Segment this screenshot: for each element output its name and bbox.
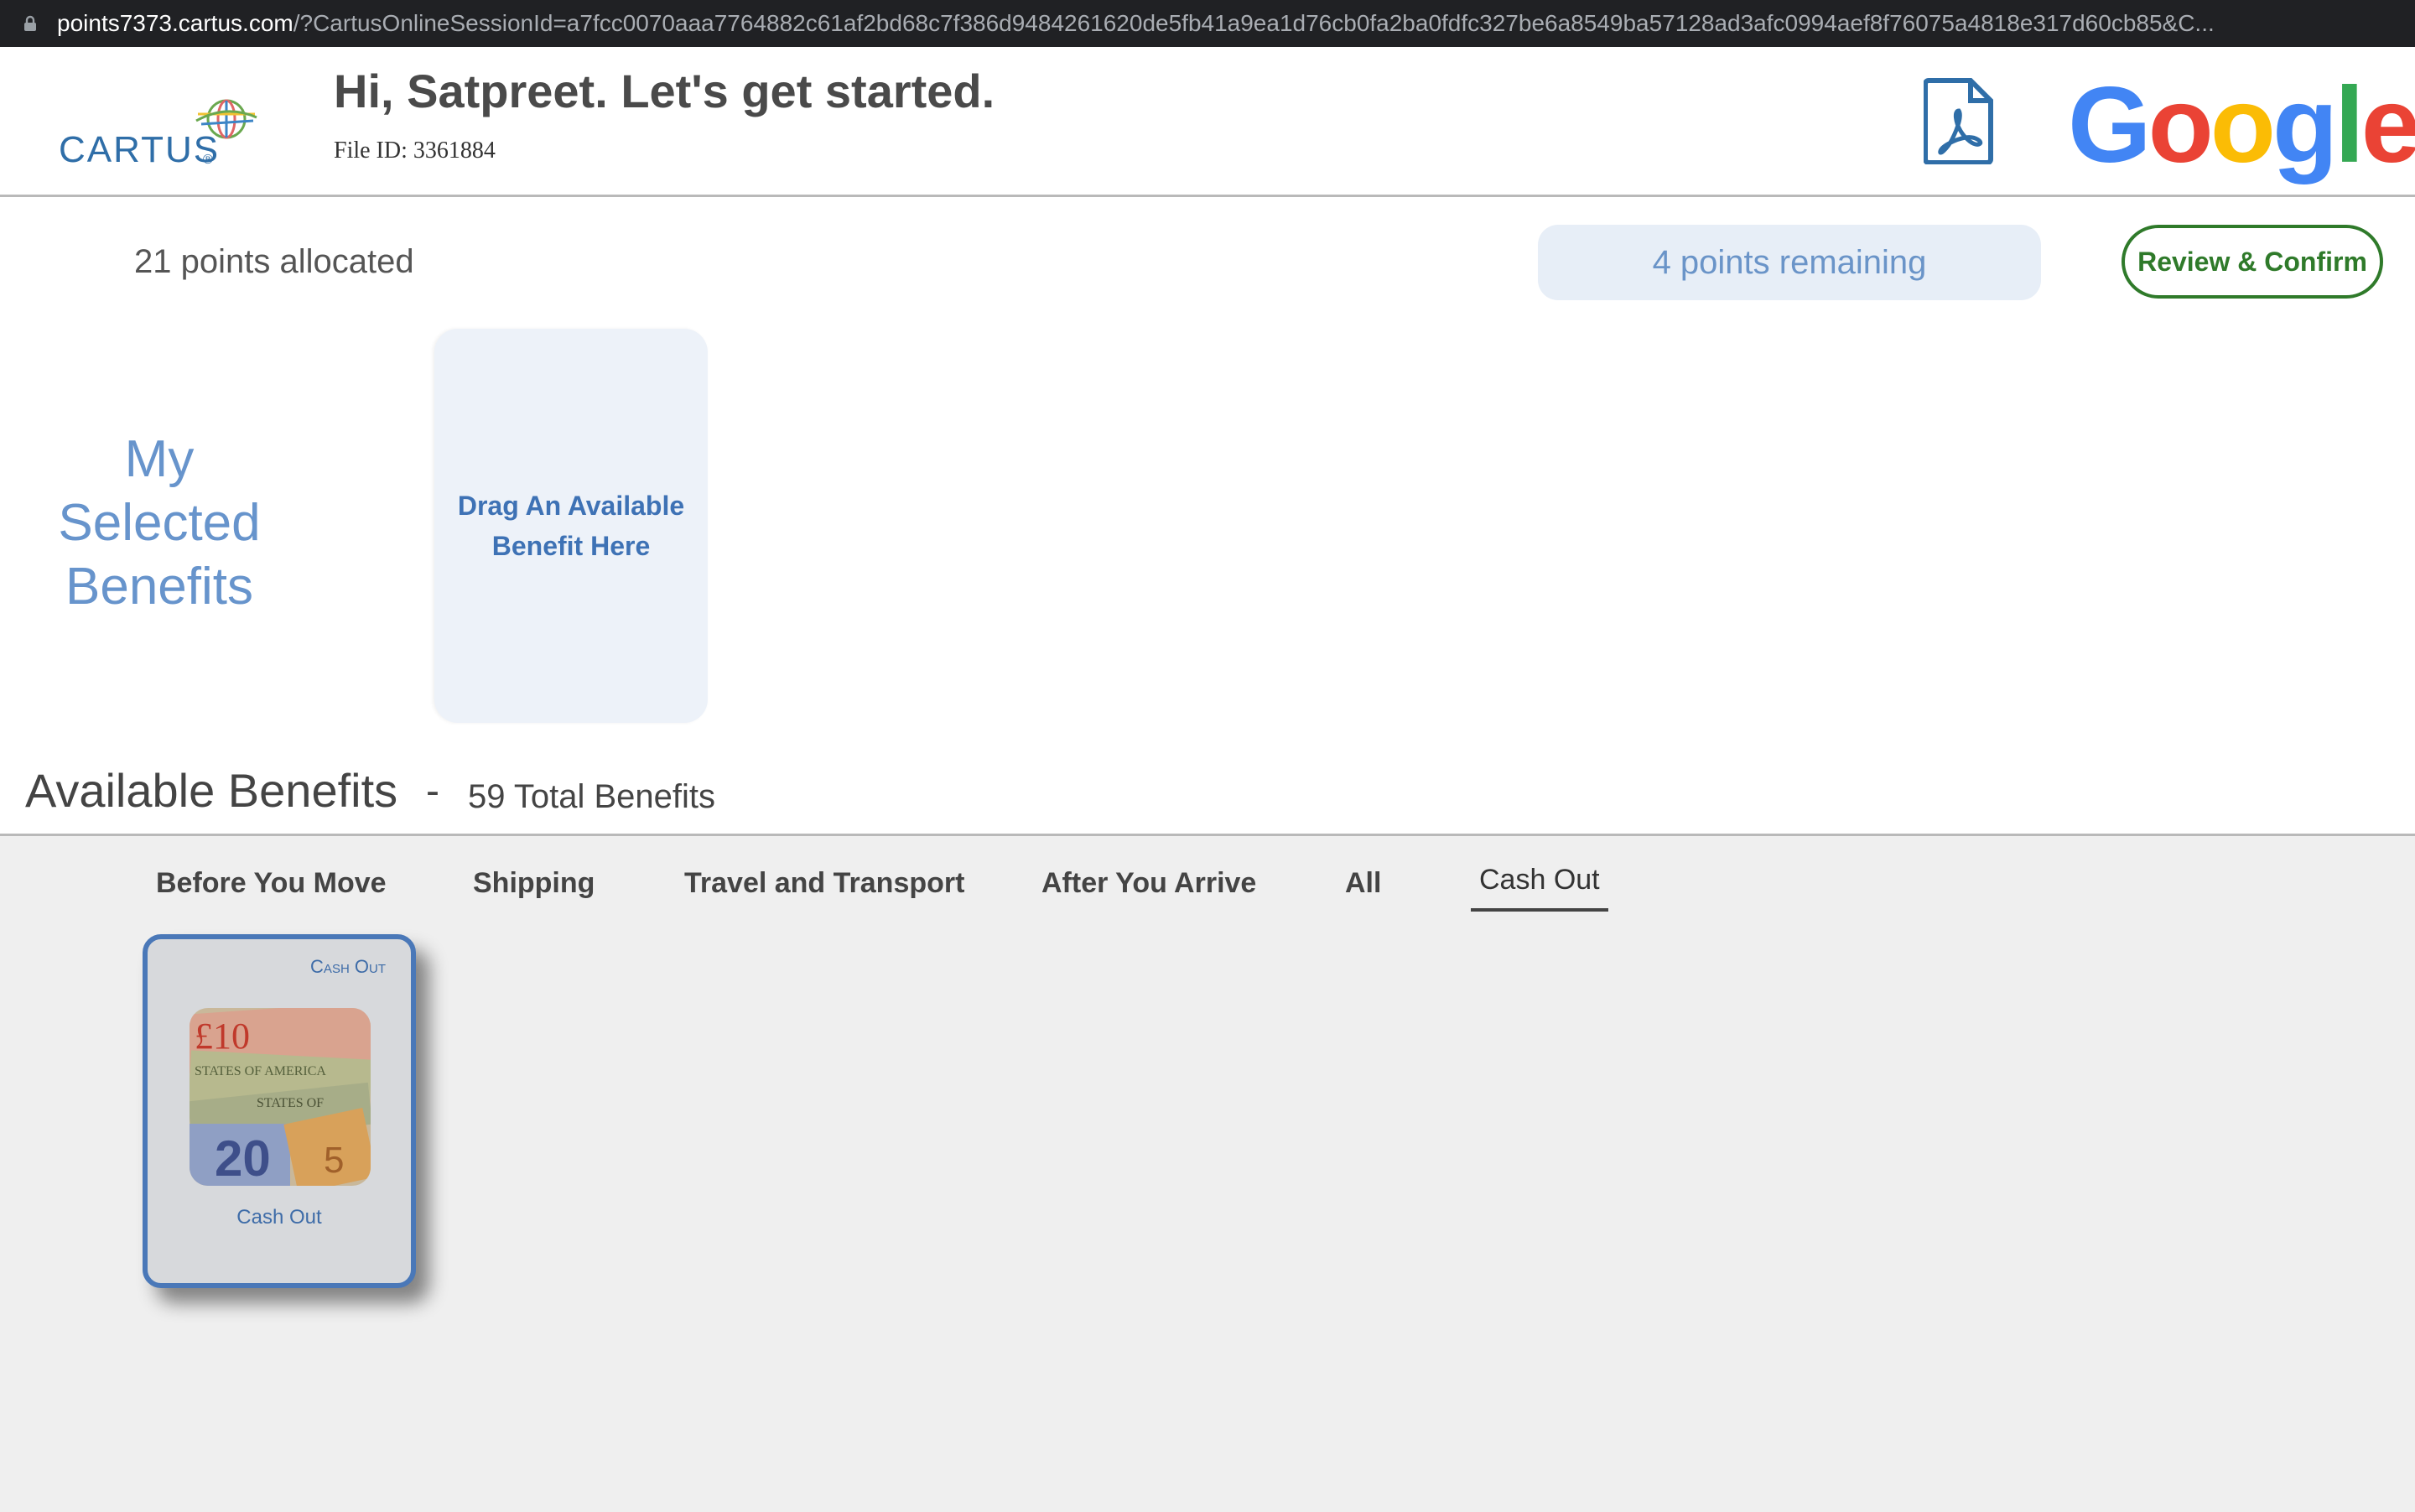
svg-text:£10: £10 <box>195 1016 250 1057</box>
google-logo: Google <box>2068 64 2415 187</box>
lock-icon <box>24 15 36 31</box>
tab-travel-and-transport[interactable]: Travel and Transport <box>684 867 964 900</box>
currency-banknotes-image: £10 STATES OF AMERICA STATES OF 20 5 <box>190 1008 371 1186</box>
svg-text:STATES OF: STATES OF <box>257 1096 324 1110</box>
benefit-card[interactable]: Cash Out £10 STATES OF AMERICA STATES OF… <box>143 934 416 1288</box>
greeting-title: Hi, Satpreet. Let's get started. <box>334 65 995 117</box>
file-id: File ID: 3361884 <box>334 138 496 164</box>
google-logo-letter: l <box>2334 65 2365 185</box>
benefit-card-category: Cash Out <box>310 956 386 977</box>
tab-all[interactable]: All <box>1345 867 1381 900</box>
my-selected-benefits-heading: My Selected Benefits <box>34 428 285 619</box>
google-logo-letter: G <box>2068 65 2152 185</box>
browser-url-bar[interactable]: points7373.cartus.com/?CartusOnlineSessi… <box>0 0 2415 47</box>
points-allocated: 21 points allocated <box>134 243 414 280</box>
cartus-logo[interactable]: CARTUS ® <box>59 72 268 181</box>
url-text[interactable]: points7373.cartus.com/?CartusOnlineSessi… <box>57 10 2215 37</box>
heading-line: My <box>124 430 195 488</box>
review-confirm-button[interactable]: Review & Confirm <box>2122 225 2383 299</box>
google-logo-letter: o <box>2148 65 2214 185</box>
benefit-drop-zone[interactable]: Drag An Available Benefit Here <box>434 329 708 723</box>
google-logo-letter: g <box>2272 65 2338 185</box>
file-id-label: File ID: <box>334 138 408 164</box>
url-host: points7373.cartus.com <box>57 10 293 36</box>
google-logo-letter: e <box>2360 65 2415 185</box>
tab-shipping[interactable]: Shipping <box>473 867 595 900</box>
drop-zone-text: Drag An Available <box>457 491 685 521</box>
pdf-document-icon[interactable] <box>1924 77 1994 164</box>
tab-before-you-move[interactable]: Before You Move <box>156 867 387 900</box>
tab-cash-out[interactable]: Cash Out <box>1471 864 1608 912</box>
benefit-card-name: Cash Out <box>236 1206 322 1229</box>
svg-text:STATES OF AMERICA: STATES OF AMERICA <box>195 1064 326 1078</box>
title-separator: - <box>426 769 439 813</box>
tab-after-you-arrive[interactable]: After You Arrive <box>1041 867 1256 900</box>
logo-text: CARTUS <box>59 129 221 170</box>
svg-text:20: 20 <box>215 1130 271 1186</box>
heading-line: Benefits <box>65 558 254 616</box>
svg-text:5: 5 <box>324 1140 344 1181</box>
points-remaining-badge: 4 points remaining <box>1538 225 2041 300</box>
url-path: /?CartusOnlineSessionId=a7fcc0070aaa7764… <box>293 10 2215 36</box>
available-benefits-title: Available Benefits <box>25 764 398 817</box>
file-id-value: 3361884 <box>413 138 496 164</box>
page-header: CARTUS ® Hi, Satpreet. Let's get started… <box>0 47 2415 197</box>
heading-line: Selected <box>58 494 261 552</box>
total-benefits-count: 59 Total Benefits <box>468 778 716 815</box>
google-logo-letter: o <box>2210 65 2276 185</box>
logo-registered: ® <box>203 153 213 167</box>
drop-zone-text: Benefit Here <box>491 531 651 561</box>
